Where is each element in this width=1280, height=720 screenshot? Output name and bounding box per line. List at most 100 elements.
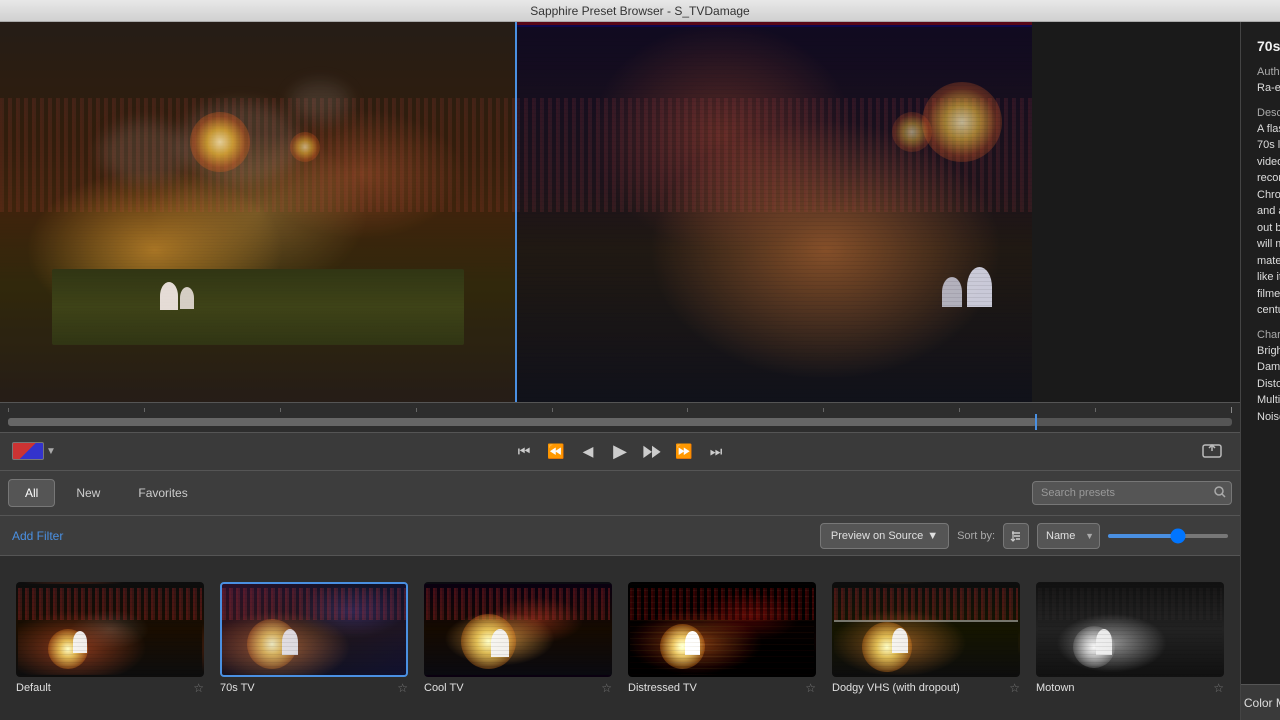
tab-all[interactable]: All <box>8 479 55 507</box>
preset-item-default[interactable]: Default ☆ <box>16 582 204 695</box>
color-management-button[interactable]: Color Management <box>1241 684 1280 720</box>
window-title: Sapphire Preset Browser - S_TVDamage <box>530 4 749 18</box>
frame-forward-button[interactable]: ▶▶ <box>642 439 662 463</box>
author-value: Ra-ey Saleh <box>1257 80 1280 97</box>
color-swatch-control[interactable]: ▼ <box>12 442 56 460</box>
split-divider[interactable] <box>515 22 517 402</box>
swatch-dropdown-arrow: ▼ <box>46 446 56 457</box>
preset-item-cooltv[interactable]: Cool TV ☆ <box>424 582 612 695</box>
thumb-fringe <box>222 584 406 675</box>
sort-controls: Preview on Source ▼ Sort by: Name Date <box>820 523 1228 549</box>
preset-name-distressed: Distressed TV <box>628 682 801 694</box>
preset-name-70stv: 70s TV <box>220 682 393 694</box>
characteristics-section: Characteristics: Bright, Damage, Distort… <box>1257 329 1280 426</box>
sort-order-icon <box>1010 530 1022 542</box>
preset-item-dodgy[interactable]: Dodgy VHS (with dropout) ☆ <box>832 582 1020 695</box>
preset-name-default: Default <box>16 682 189 694</box>
preset-star-distressed[interactable]: ☆ <box>805 681 816 695</box>
color-management-label: Color Management <box>1244 696 1280 710</box>
characteristics-value: Bright, Damage, Distorted, Multicolored,… <box>1257 343 1280 426</box>
description-section: Description: A flashback to 70s live stu… <box>1257 107 1280 319</box>
filter-bar: All New Favorites <box>0 470 1240 516</box>
left-content: ▼ ⏮ ⏪ ◀ ▶ ▶▶ ⏩ ⏭ <box>0 22 1240 720</box>
preset-item-motown[interactable]: Motown ☆ <box>1036 582 1224 695</box>
preset-label-row-70stv: 70s TV ☆ <box>220 681 408 695</box>
step-forward-button[interactable]: ⏩ <box>670 439 698 463</box>
preset-star-dodgy[interactable]: ☆ <box>1009 681 1020 695</box>
skip-to-end-button[interactable]: ⏭ <box>702 439 730 463</box>
preset-star-cooltv[interactable]: ☆ <box>601 681 612 695</box>
export-button[interactable] <box>1196 439 1228 463</box>
preset-star-motown[interactable]: ☆ <box>1213 681 1224 695</box>
transport-bar: ▼ ⏮ ⏪ ◀ ▶ ▶▶ ⏩ ⏭ <box>0 402 1240 470</box>
title-bar: Sapphire Preset Browser - S_TVDamage <box>0 0 1280 22</box>
export-icon <box>1202 440 1222 458</box>
preset-item-70stv[interactable]: 70s TV ☆ <box>220 582 408 695</box>
timeline-scrubber[interactable] <box>0 403 1240 433</box>
preset-label-row-dodgy: Dodgy VHS (with dropout) ☆ <box>832 681 1020 695</box>
preset-star-default[interactable]: ☆ <box>193 681 204 695</box>
timeline-track <box>8 418 1232 426</box>
preset-name-cooltv: Cool TV <box>424 682 597 694</box>
preview-source-button[interactable]: Preview on Source ▼ <box>820 523 949 549</box>
play-button[interactable]: ▶ <box>606 439 634 463</box>
preview-source-label: Preview on Source <box>831 530 923 542</box>
sort-bar: Add Filter Preview on Source ▼ Sort by: <box>0 516 1240 556</box>
preset-label-row-distressed: Distressed TV ☆ <box>628 681 816 695</box>
sort-order-button[interactable] <box>1003 523 1029 549</box>
preset-name-dodgy: Dodgy VHS (with dropout) <box>832 682 1005 694</box>
description-value: A flashback to 70s live studio video rec… <box>1257 121 1280 319</box>
characteristics-label: Characteristics: <box>1257 329 1280 341</box>
preview-source-wrapper: Preview on Source ▼ <box>820 523 949 549</box>
thumb-lines-distressed <box>630 584 814 675</box>
skip-to-start-button[interactable]: ⏮ <box>510 439 538 463</box>
description-label: Description: <box>1257 107 1280 119</box>
preset-item-distressed[interactable]: Distressed TV ☆ <box>628 582 816 695</box>
author-label: Author: <box>1257 66 1280 78</box>
add-filter-button[interactable]: Add Filter <box>12 529 63 543</box>
transport-controls: ▼ ⏮ ⏪ ◀ ▶ ▶▶ ⏩ ⏭ <box>0 433 1240 470</box>
preset-info-panel: 70s TV Author: Ra-ey Saleh Description: … <box>1241 22 1280 684</box>
tab-favorites[interactable]: Favorites <box>121 479 204 507</box>
thumb-scanlines <box>18 584 202 675</box>
chroma-artifact-b <box>516 25 1032 27</box>
preset-star-70stv[interactable]: ☆ <box>397 681 408 695</box>
preset-thumb-motown <box>1036 582 1224 677</box>
timeline-playhead <box>1035 414 1037 430</box>
timeline-progress <box>8 418 1036 426</box>
main-container: ▼ ⏮ ⏪ ◀ ▶ ▶▶ ⏩ ⏭ <box>0 22 1280 720</box>
tab-new[interactable]: New <box>59 479 117 507</box>
search-icon <box>1214 486 1226 498</box>
swatch-color-box <box>12 442 44 460</box>
search-button[interactable] <box>1214 486 1226 501</box>
vhs-dropout <box>834 620 1018 622</box>
sort-by-label: Sort by: <box>957 530 995 542</box>
preset-thumb-70stv <box>220 582 408 677</box>
sort-name-wrapper: Name Date Author ▼ <box>1037 523 1100 549</box>
timeline-ticks <box>8 407 1232 413</box>
preset-label-row-cooltv: Cool TV ☆ <box>424 681 612 695</box>
preset-name-motown: Motown <box>1036 682 1209 694</box>
author-section: Author: Ra-ey Saleh <box>1257 66 1280 97</box>
right-panel: 70s TV Author: Ra-ey Saleh Description: … <box>1240 22 1280 720</box>
presets-grid: Default ☆ 70s TV ☆ <box>0 556 1240 720</box>
video-split-view <box>0 22 1032 402</box>
preset-label-row-default: Default ☆ <box>16 681 204 695</box>
preset-label-row-motown: Motown ☆ <box>1036 681 1224 695</box>
preview-source-arrow: ▼ <box>927 530 938 542</box>
search-input[interactable] <box>1032 481 1232 505</box>
preset-thumb-default <box>16 582 204 677</box>
frame-back-button[interactable]: ◀ <box>574 439 602 463</box>
search-container <box>1032 481 1232 505</box>
video-preview <box>0 22 1032 402</box>
preset-info-name: 70s TV <box>1257 38 1280 54</box>
preset-thumb-cooltv <box>424 582 612 677</box>
thumb-scanlines-dodgy <box>834 584 1018 675</box>
thumbnail-size-slider[interactable] <box>1108 534 1228 538</box>
confetti <box>0 22 516 402</box>
preset-thumb-distressed <box>628 582 816 677</box>
step-back-button[interactable]: ⏪ <box>542 439 570 463</box>
color-shift-right <box>516 22 1032 402</box>
video-left-half <box>0 22 516 402</box>
sort-name-select[interactable]: Name Date Author <box>1037 523 1100 549</box>
